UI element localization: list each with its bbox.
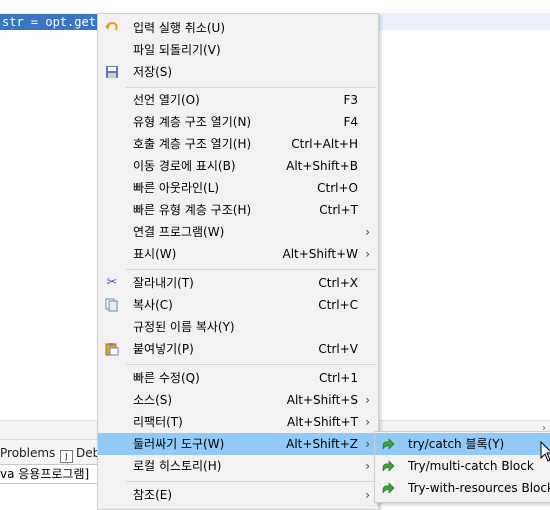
cut-icon: ✂ (106, 275, 118, 290)
menu-item-label: 파일 되돌리기(V) (133, 43, 221, 57)
menu-item-open-with[interactable]: 연결 프로그램(W) › (98, 221, 378, 243)
template-arrow-icon (381, 437, 395, 451)
submenu-item-label: Try/multi-catch Block (408, 459, 534, 473)
menu-item-label: 규정된 이름 복사(Y) (133, 320, 235, 334)
menu-item-shortcut: Alt+Shift+S (286, 393, 358, 407)
tab-problems[interactable]: Problems (0, 445, 55, 461)
menu-item-label: 둘러싸기 도구(W) (133, 437, 225, 451)
menu-item-shortcut: Ctrl+Alt+H (291, 137, 358, 151)
menu-item-cut[interactable]: ✂ 잘라내기(T) Ctrl+X (98, 272, 378, 294)
template-arrow-icon (381, 481, 395, 495)
menu-item-label: 빠른 유형 계층 구조(H) (133, 203, 252, 217)
menu-item-quick-outline[interactable]: 빠른 아웃라인(L) Ctrl+O (98, 177, 378, 199)
menu-item-quick-fix[interactable]: 빠른 수정(Q) Ctrl+1 (98, 367, 378, 389)
menu-item-label: 입력 실행 취소(U) (133, 21, 226, 35)
surround-with-submenu: try/catch 블록(Y) Try/multi-catch Block Tr… (374, 431, 550, 503)
menu-item-paste[interactable]: 붙여넣기(P) Ctrl+V (98, 338, 378, 360)
menu-item-label: 빠른 아웃라인(L) (133, 181, 220, 195)
menu-item-label: 로컬 히스토리(H) (133, 459, 222, 473)
menu-separator (126, 481, 376, 482)
menu-item-label: 유형 계층 구조 열기(N) (133, 115, 252, 129)
submenu-item-label: try/catch 블록(Y) (408, 437, 505, 451)
menu-item-label: 붙여넣기(P) (133, 342, 194, 356)
menu-item-open-declaration[interactable]: 선언 열기(O) F3 (98, 89, 378, 111)
menu-item-shortcut: Ctrl+C (318, 298, 358, 312)
menu-item-label: 선언 열기(O) (133, 93, 200, 107)
menu-item-shortcut: Ctrl+V (318, 342, 358, 356)
menu-item-references[interactable]: 참조(E) › (98, 484, 378, 506)
submenu-arrow-icon: › (365, 247, 370, 261)
tab-problems-label: Problems (0, 446, 56, 460)
undo-icon (104, 21, 120, 35)
menu-item-save[interactable]: 저장(S) (98, 61, 378, 83)
submenu-arrow-icon: › (365, 415, 370, 429)
menu-item-show-in[interactable]: 표시(W) Alt+Shift+W › (98, 243, 378, 265)
menu-item-label: 복사(C) (133, 298, 173, 312)
menu-item-label: 호출 계층 구조 열기(H) (133, 137, 252, 151)
menu-item-shortcut: Ctrl+O (317, 181, 358, 195)
menu-item-shortcut: F3 (343, 93, 358, 107)
menu-separator (126, 269, 376, 270)
submenu-item-try-catch[interactable]: try/catch 블록(Y) (375, 433, 550, 455)
menu-item-open-type-hierarchy[interactable]: 유형 계층 구조 열기(N) F4 (98, 111, 378, 133)
debug-icon: J (60, 450, 73, 463)
menu-separator (126, 364, 376, 365)
menu-item-open-call-hierarchy[interactable]: 호출 계층 구조 열기(H) Ctrl+Alt+H (98, 133, 378, 155)
menu-item-label: 표시(W) (133, 247, 177, 261)
menu-item-label: 이동 경로에 표시(B) (133, 159, 236, 173)
menu-item-surround-with[interactable]: 둘러싸기 도구(W) Alt+Shift+Z › (98, 433, 378, 455)
menu-item-copy[interactable]: 복사(C) Ctrl+C (98, 294, 378, 316)
submenu-arrow-icon: › (365, 225, 370, 239)
menu-item-label: 잘라내기(T) (133, 276, 194, 290)
tab-debug[interactable]: J Deb (60, 445, 100, 463)
save-icon (104, 65, 120, 79)
submenu-arrow-icon: › (365, 488, 370, 502)
menu-item-label: 참조(E) (133, 488, 173, 502)
menu-item-copy-qualified-name[interactable]: 규정된 이름 복사(Y) (98, 316, 378, 338)
menu-item-revert-file[interactable]: 파일 되돌리기(V) (98, 39, 378, 61)
submenu-arrow-icon: › (365, 437, 370, 451)
selected-code[interactable]: str = opt.get( (0, 14, 106, 30)
menu-item-shortcut: Ctrl+X (318, 276, 358, 290)
template-arrow-icon (381, 459, 395, 473)
menu-item-shortcut: Alt+Shift+Z (286, 437, 358, 451)
menu-item-label: 연결 프로그램(W) (133, 225, 225, 239)
menu-item-undo-typing[interactable]: 입력 실행 취소(U) (98, 17, 378, 39)
submenu-item-try-multi-catch[interactable]: Try/multi-catch Block (375, 455, 550, 477)
menu-item-quick-type-hierarchy[interactable]: 빠른 유형 계층 구조(H) Ctrl+T (98, 199, 378, 221)
menu-item-refactor[interactable]: 리팩터(T) Alt+Shift+T › (98, 411, 378, 433)
menu-item-shortcut: Ctrl+T (319, 203, 358, 217)
menu-item-local-history[interactable]: 로컬 히스토리(H) › (98, 455, 378, 477)
menu-item-shortcut: F4 (343, 115, 358, 129)
menu-separator (126, 87, 376, 88)
menu-item-label: 리팩터(T) (133, 415, 183, 429)
menu-item-shortcut: Alt+Shift+W (282, 247, 359, 261)
submenu-arrow-icon: › (365, 459, 370, 473)
menu-item-shortcut: Ctrl+1 (318, 371, 358, 385)
menu-item-label: 저장(S) (133, 65, 173, 79)
copy-icon (104, 298, 120, 312)
context-menu: 입력 실행 취소(U) 파일 되돌리기(V) 저장(S) 선언 열기(O) F3… (97, 13, 379, 510)
mouse-pointer-icon (540, 441, 550, 462)
submenu-arrow-icon: › (365, 393, 370, 407)
menu-item-label: 소스(S) (133, 393, 173, 407)
menu-item-source[interactable]: 소스(S) Alt+Shift+S › (98, 389, 378, 411)
menu-item-shortcut: Alt+Shift+T (287, 415, 358, 429)
menu-item-label: 빠른 수정(Q) (133, 371, 200, 385)
menu-item-shortcut: Alt+Shift+B (286, 159, 358, 173)
paste-icon (104, 342, 120, 356)
menu-item-show-in-breadcrumb[interactable]: 이동 경로에 표시(B) Alt+Shift+B (98, 155, 378, 177)
